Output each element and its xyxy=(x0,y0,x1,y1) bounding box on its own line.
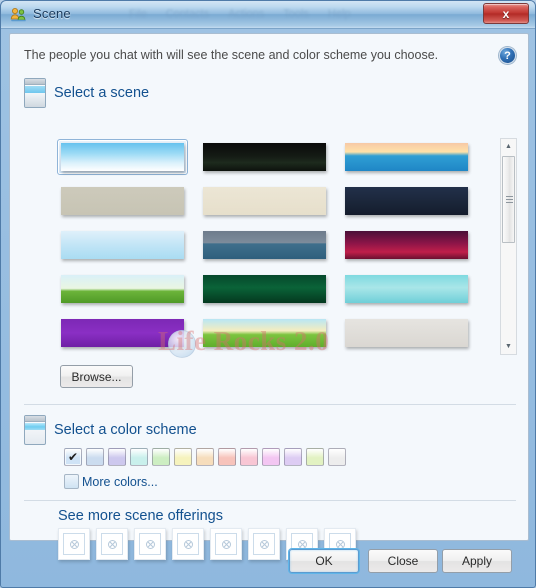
section-title: Select a scene xyxy=(54,85,150,101)
scene-thumbnail-blue-bird-flight[interactable] xyxy=(341,271,472,307)
people-icon xyxy=(10,8,26,22)
scene-thumbnail-image xyxy=(203,319,326,347)
swatch-blue-default[interactable]: ✔ xyxy=(64,448,82,466)
scene-thumbnail-green-field-tree[interactable] xyxy=(57,271,188,307)
offerings-title: See more scene offerings xyxy=(58,508,223,524)
more-colors-label: More colors... xyxy=(82,474,158,489)
swatch-yellow[interactable] xyxy=(174,448,192,466)
dialog-footer: OK Close Apply xyxy=(1,541,535,587)
ok-button[interactable]: OK xyxy=(289,549,359,573)
scene-thumbnail-image xyxy=(345,143,468,171)
color-swatch-row[interactable]: ✔ xyxy=(64,448,346,466)
background-menu-bar: File Contacts Actions Tools Help xyxy=(129,8,379,24)
ghost-menu-item: Help xyxy=(327,8,351,20)
scene-thumbnail-image xyxy=(345,319,468,347)
help-icon[interactable]: ? xyxy=(499,47,516,64)
scene-thumbnail-moon-rocket-sea[interactable] xyxy=(199,227,330,263)
window-preview-icon xyxy=(24,78,46,108)
close-button[interactable]: x xyxy=(483,3,529,24)
swatch-aqua[interactable] xyxy=(130,448,148,466)
swatch-steel-blue[interactable] xyxy=(86,448,104,466)
scene-thumbnail-orange-bubbles[interactable] xyxy=(199,183,330,219)
close-dialog-button[interactable]: Close xyxy=(368,549,438,573)
scene-thumbnail-image xyxy=(345,275,468,303)
scene-scrollbar[interactable]: ▲ ▼ xyxy=(500,138,517,355)
scene-thumbnail-image xyxy=(345,231,468,259)
more-colors-option[interactable]: More colors... xyxy=(64,474,158,489)
dialog-client-area: The people you chat with will see the sc… xyxy=(9,33,529,560)
scene-thumbnail-pink-hearts[interactable] xyxy=(341,227,472,263)
scene-thumbnail-image xyxy=(61,231,184,259)
divider-above-colors xyxy=(24,404,516,405)
scene-thumbnail-grid[interactable] xyxy=(57,139,497,354)
scene-thumbnail-girl-green-hill[interactable] xyxy=(199,315,330,351)
intro-text: The people you chat with will see the sc… xyxy=(24,48,439,62)
more-colors-swatch-icon xyxy=(64,474,79,489)
browse-button[interactable]: Browse... xyxy=(60,365,133,388)
scene-thumbnail-dark-green-grass[interactable] xyxy=(199,271,330,307)
select-a-color-scheme-heading: Select a color scheme xyxy=(24,415,197,445)
divider-above-offerings xyxy=(24,500,516,501)
ghost-menu-item: File xyxy=(129,8,147,20)
swatch-green[interactable] xyxy=(152,448,170,466)
ghost-menu-item: Actions xyxy=(228,8,265,20)
scene-thumbnail-dark-green-waves[interactable] xyxy=(199,139,330,175)
ghost-menu-item: Tools xyxy=(283,8,309,20)
scene-thumbnail-grey-botanical[interactable] xyxy=(57,183,188,219)
scene-thumbnail-image xyxy=(203,187,326,215)
apply-button[interactable]: Apply xyxy=(442,549,512,573)
scene-thumbnail-image xyxy=(345,187,468,215)
swatch-pink[interactable] xyxy=(240,448,258,466)
scene-thumbnail-image xyxy=(203,275,326,303)
swatch-violet[interactable] xyxy=(284,448,302,466)
scrollbar-up-arrow[interactable]: ▲ xyxy=(501,139,516,154)
scrollbar-grip xyxy=(506,195,513,204)
scene-thumbnail-image xyxy=(61,143,184,171)
swatch-peach[interactable] xyxy=(196,448,214,466)
scene-thumbnail-blue-sky-default[interactable] xyxy=(57,139,188,175)
swatch-lime[interactable] xyxy=(306,448,324,466)
scene-thumbnail-night-clouds[interactable] xyxy=(341,183,472,219)
scene-thumbnail-image xyxy=(61,187,184,215)
check-icon: ✔ xyxy=(67,450,79,464)
title-bar: Scene File Contacts Actions Tools Help x xyxy=(1,1,535,29)
scene-dialog-window: Scene File Contacts Actions Tools Help x… xyxy=(0,0,536,588)
scene-thumbnail-image xyxy=(203,143,326,171)
scene-thumbnail-purple-swirls[interactable] xyxy=(57,315,188,351)
scrollbar-thumb[interactable] xyxy=(502,156,515,243)
ghost-menu-item: Contacts xyxy=(165,8,210,20)
scene-thumbnail-ice-crystal[interactable] xyxy=(57,227,188,263)
scene-thumbnail-graffiti-bird[interactable] xyxy=(341,315,472,351)
scene-thumbnail-image xyxy=(61,275,184,303)
window-title: Scene xyxy=(33,6,71,21)
scene-thumbnail-image xyxy=(203,231,326,259)
select-a-scene-heading: Select a scene xyxy=(24,78,149,108)
section-title: Select a color scheme xyxy=(54,422,197,438)
color-preview-icon xyxy=(24,415,46,445)
swatch-salmon[interactable] xyxy=(218,448,236,466)
scrollbar-down-arrow[interactable]: ▼ xyxy=(501,339,516,354)
swatch-grey[interactable] xyxy=(328,448,346,466)
swatch-lavender[interactable] xyxy=(108,448,126,466)
swatch-magenta[interactable] xyxy=(262,448,280,466)
scene-thumbnail-image xyxy=(61,319,184,347)
scene-thumbnail-sunset-boat-sea[interactable] xyxy=(341,139,472,175)
